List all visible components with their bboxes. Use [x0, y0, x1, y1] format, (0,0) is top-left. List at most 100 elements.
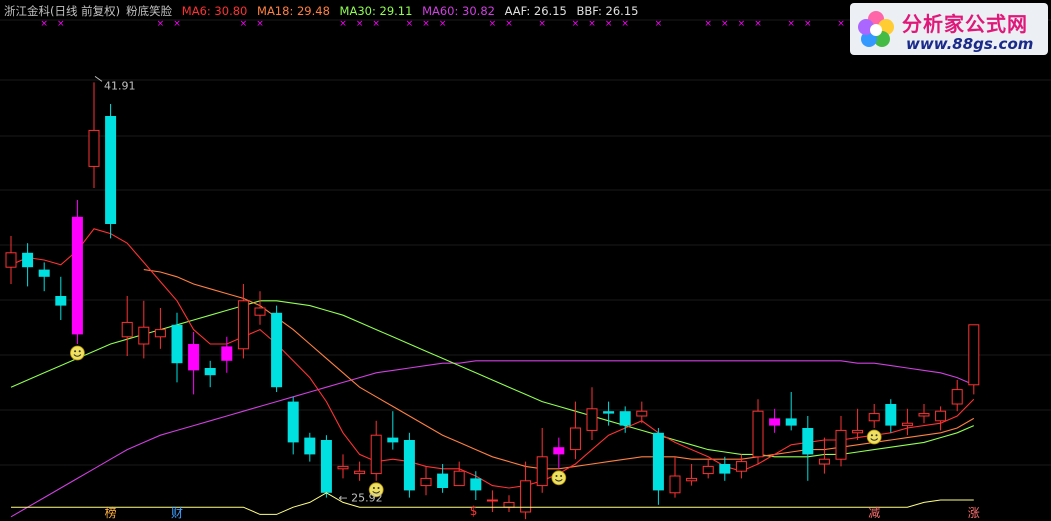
candle-body	[702, 465, 714, 475]
candle	[885, 399, 897, 433]
kline-chart: ××××××××××××××××××××××××××××××× 41.91← 2…	[0, 19, 1051, 520]
ma30-value: MA30: 29.11	[339, 4, 413, 18]
candle-body	[38, 269, 50, 277]
candle	[271, 305, 283, 392]
candle-body	[569, 427, 581, 451]
smiley-face-icon	[551, 470, 567, 486]
candle-body	[603, 411, 615, 414]
candle-body	[354, 470, 366, 475]
candle-body	[204, 368, 216, 376]
top-x-marker: ×	[240, 19, 248, 29]
candle	[669, 456, 681, 498]
candle	[769, 408, 781, 433]
top-x-marker: ×	[738, 19, 746, 29]
candle	[636, 401, 648, 424]
logo-title: 分析家公式网	[902, 12, 1028, 36]
candle-body	[686, 477, 698, 482]
candle-body	[503, 501, 515, 508]
candle-body	[403, 440, 415, 491]
top-x-marker: ×	[704, 19, 712, 29]
candle-body	[271, 312, 283, 388]
smiley-face	[551, 470, 567, 486]
flower-logo-icon	[858, 11, 894, 47]
candle-body	[968, 324, 980, 386]
smiley-eye	[870, 434, 873, 437]
candle-body	[105, 116, 117, 224]
candle-body	[486, 499, 498, 502]
candle-body	[470, 478, 482, 491]
smiley-eye	[875, 434, 878, 437]
candle	[719, 456, 731, 481]
candle-body	[818, 458, 830, 465]
bottom-marker-label: 涨	[967, 506, 980, 520]
candle	[802, 416, 814, 481]
logo-url: www.88gs.com	[906, 35, 1034, 53]
candle-body	[619, 411, 631, 426]
candle	[652, 428, 664, 505]
top-x-marker: ×	[372, 19, 380, 29]
candle	[22, 243, 34, 287]
indicator-name: 粉底笑脸	[126, 4, 173, 18]
candle-body	[752, 410, 764, 458]
candle-body	[254, 307, 266, 316]
candle	[536, 428, 548, 493]
candle	[818, 437, 830, 474]
smiley-face-icon	[866, 429, 882, 445]
high-price-label: 41.91	[104, 79, 136, 92]
candle-body	[852, 429, 864, 434]
candle-body	[121, 321, 133, 338]
low-price-label: ← 25.92	[338, 492, 382, 505]
ma6-value: MA6: 30.80	[181, 4, 248, 18]
candle	[586, 387, 598, 440]
candle	[785, 392, 797, 431]
top-x-marker: ×	[572, 19, 580, 29]
candle-body	[188, 344, 200, 371]
top-x-marker: ×	[356, 19, 364, 29]
candle	[354, 461, 366, 481]
top-x-marker: ×	[804, 19, 812, 29]
top-x-marker: ×	[621, 19, 629, 29]
candle-body	[453, 470, 465, 487]
smiley-face-icon	[70, 345, 85, 361]
candle	[901, 408, 913, 436]
candle	[868, 404, 880, 428]
candle	[320, 435, 332, 498]
candle-body	[719, 464, 731, 474]
candle	[520, 461, 532, 520]
smiley-face	[866, 429, 882, 445]
candle-body	[387, 437, 399, 443]
candle	[702, 459, 714, 479]
candle	[852, 408, 864, 440]
top-x-marker: ×	[339, 19, 347, 29]
candle	[337, 454, 349, 479]
candle	[968, 324, 980, 395]
candle-body	[71, 216, 83, 335]
candle-body	[370, 434, 382, 475]
stock-name: 浙江金科(日线 前复权)	[4, 4, 121, 18]
candle	[88, 82, 100, 188]
candle-body	[171, 324, 183, 364]
candle	[237, 284, 249, 359]
candle-body	[320, 440, 332, 493]
top-x-marker: ×	[505, 19, 513, 29]
site-logo[interactable]: 分析家公式网 www.88gs.com	[850, 3, 1048, 55]
bottom-marker-label: 减	[868, 506, 881, 520]
candle-body	[868, 413, 880, 422]
smiley-face	[70, 345, 85, 361]
candle-body	[420, 477, 432, 487]
smiley-eye	[560, 475, 563, 477]
candle	[420, 466, 432, 496]
bbf-value: BBF: 26.15	[576, 4, 639, 18]
candle-body	[636, 410, 648, 417]
candle-body	[802, 428, 814, 455]
candle	[5, 236, 17, 284]
bottom-marker-label: 榜	[104, 506, 117, 520]
candle	[752, 399, 764, 464]
top-x-marker: ×	[256, 19, 264, 29]
candle	[735, 454, 747, 479]
candle	[470, 471, 482, 500]
candle-body	[22, 252, 34, 268]
indicator-header: 浙江金科(日线 前复权) 粉底笑脸 MA6: 30.80 MA18: 29.48 …	[4, 3, 644, 19]
ma18-value: MA18: 29.48	[257, 4, 330, 18]
candle	[835, 416, 847, 467]
